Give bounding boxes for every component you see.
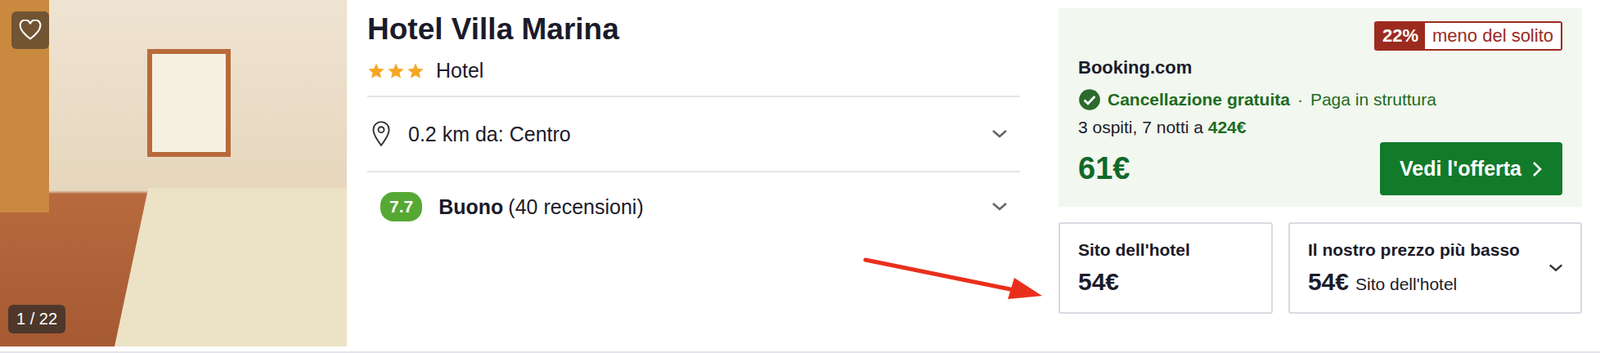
- hotel-info: Hotel Villa Marina Hotel 0.2 km da: Centro…: [367, 0, 1021, 352]
- favorite-button[interactable]: [11, 11, 50, 50]
- price-option-source: Sito dell'hotel: [1355, 274, 1457, 295]
- hotel-card: 1 / 22 Hotel Villa Marina Hotel 0.2 km da: …: [0, 0, 1600, 353]
- price-option-title: Sito dell'hotel: [1078, 240, 1191, 261]
- star-icon: [386, 62, 405, 81]
- view-offer-button[interactable]: Vedi l'offerta: [1379, 142, 1563, 196]
- rating-text: Buono(40 recensioni): [438, 195, 975, 220]
- price-option[interactable]: Sito dell'hotel 54€: [1058, 222, 1273, 315]
- discount-badge: 22%meno del solito: [1374, 21, 1563, 51]
- location-row[interactable]: 0.2 km da: Centro: [367, 97, 1021, 173]
- hotel-name[interactable]: Hotel Villa Marina: [367, 11, 1021, 48]
- chevron-right-icon: [1531, 160, 1543, 179]
- chevron-down-icon[interactable]: [990, 201, 1009, 213]
- chevron-down-icon[interactable]: [990, 128, 1009, 140]
- price-option-price: 54€: [1307, 268, 1349, 297]
- photo-counter: 1 / 22: [8, 305, 66, 334]
- hotel-photo[interactable]: 1 / 22: [0, 0, 347, 347]
- star-icon: [367, 62, 386, 81]
- rating-score: 7.7: [380, 192, 423, 222]
- offer-price: 61€: [1078, 151, 1130, 187]
- prices: 22%meno del solito Booking.com Cancellazio…: [1058, 0, 1583, 352]
- location-text: 0.2 km da: Centro: [408, 122, 975, 147]
- provider-name: Booking.com: [1078, 57, 1563, 79]
- stay-total: 3 ospiti, 7 notti a 424€: [1078, 117, 1563, 138]
- annotation-arrow-icon: [0, 0, 1600, 353]
- offer-conditions: Cancellazione gratuita·Paga in struttura: [1078, 88, 1563, 112]
- hotel-category: Hotel: [367, 47, 1021, 98]
- price-option[interactable]: Il nostro prezzo più basso 54€ Sito dell'h…: [1288, 222, 1583, 315]
- price-option-title: Il nostro prezzo più basso: [1307, 240, 1520, 261]
- price-option-price: 54€: [1078, 268, 1120, 297]
- rating-row[interactable]: 7.7 Buono(40 recensioni): [367, 172, 1021, 242]
- check-icon: [1078, 88, 1102, 112]
- heart-icon: [18, 19, 42, 41]
- hotel-type: Hotel: [435, 58, 484, 83]
- main-offer: 22%meno del solito Booking.com Cancellazio…: [1058, 8, 1583, 207]
- chevron-down-icon: [1547, 262, 1565, 275]
- location-pin-icon: [370, 120, 392, 149]
- star-icon: [406, 62, 425, 81]
